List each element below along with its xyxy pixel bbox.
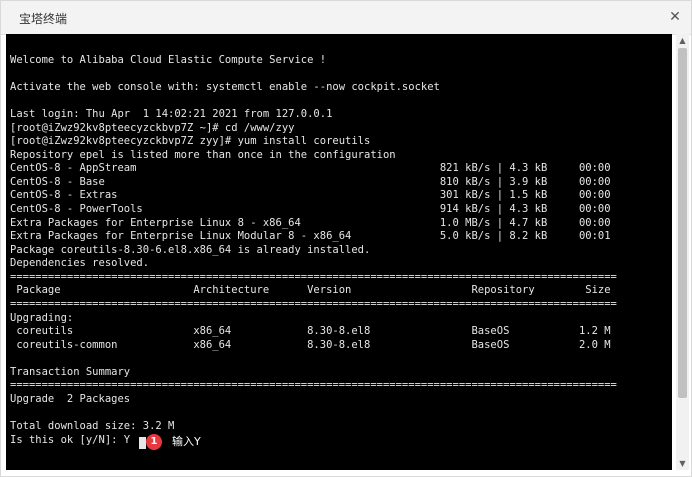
terminal-line: CentOS-8 - Base 810 kB/s | 3.9 kB 00:00 [10,176,611,188]
terminal-line: Welcome to Alibaba Cloud Elastic Compute… [10,54,327,66]
terminal-line: ========================================… [10,379,617,391]
terminal-line: Package Architecture Version Repository … [10,284,611,296]
terminal-output[interactable]: Welcome to Alibaba Cloud Elastic Compute… [6,34,672,470]
annotation-label: 输入Y [172,435,201,448]
terminal-line: Dependencies resolved. [10,257,150,269]
terminal-line: Package coreutils-8.30-6.el8.x86_64 is a… [10,244,371,256]
terminal-line: ========================================… [10,271,617,283]
close-icon[interactable]: ✕ [667,9,683,25]
terminal-line: CentOS-8 - PowerTools 914 kB/s | 4.3 kB … [10,203,611,215]
terminal-line: Upgrading: [10,312,74,324]
terminal-line: [root@iZwz92kv8pteecyzckbvp7Z ~]# cd /ww… [10,122,295,134]
terminal-line: Repository epel is listed more than once… [10,149,396,161]
terminal-line: [root@iZwz92kv8pteecyzckbvp7Z zyy]# yum … [10,135,371,147]
terminal-line: Extra Packages for Enterprise Linux Modu… [10,230,611,242]
terminal-cursor [139,437,146,449]
scroll-up-arrow-icon[interactable]: ▲ [676,34,689,47]
scroll-down-arrow-icon[interactable]: ▼ [676,457,689,470]
step-badge: 1 [146,434,162,450]
window-title: 宝塔终端 [19,12,68,26]
terminal-line: coreutils x86_64 8.30-8.el8 BaseOS 1.2 M [10,325,611,337]
scroll-thumb[interactable] [678,48,687,398]
terminal-line: Last login: Thu Apr 1 14:02:21 2021 from… [10,108,333,120]
terminal-line: Extra Packages for Enterprise Linux 8 - … [10,217,611,229]
terminal-line: coreutils-common x86_64 8.30-8.el8 BaseO… [10,339,611,351]
terminal-line: Total download size: 3.2 M [10,420,175,432]
terminal-line: Transaction Summary [10,366,131,378]
terminal-line: CentOS-8 - AppStream 821 kB/s | 4.3 kB 0… [10,162,611,174]
terminal-line: ========================================… [10,298,617,310]
terminal-line: Upgrade 2 Packages [10,393,131,405]
title-bar: 宝塔终端 ✕ [1,1,691,35]
terminal-line: Activate the web console with: systemctl… [10,81,440,93]
vertical-scrollbar[interactable]: ▲ ▼ [676,34,689,470]
terminal-prompt-line: Is this ok [y/N]: Y [10,434,131,446]
terminal-line: CentOS-8 - Extras 301 kB/s | 1.5 kB 00:0… [10,189,611,201]
